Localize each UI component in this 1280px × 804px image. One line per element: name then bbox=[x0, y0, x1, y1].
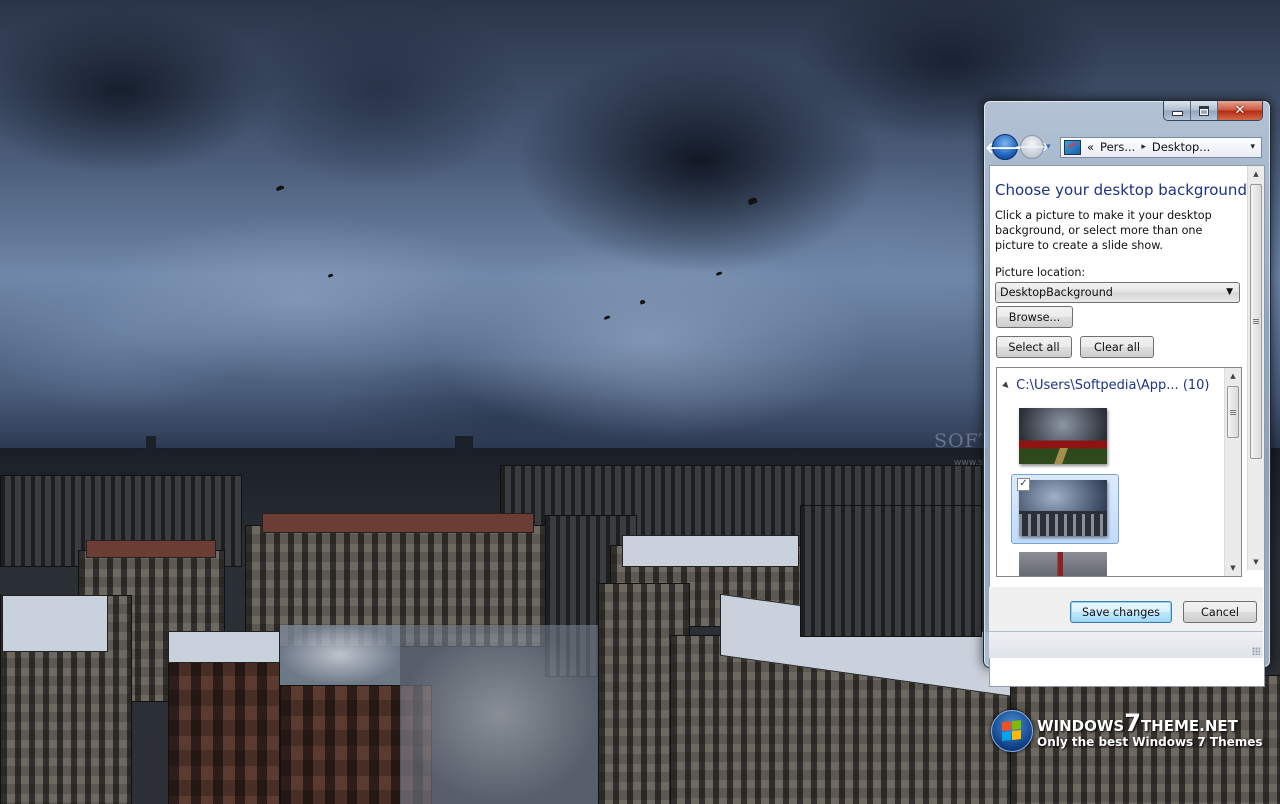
address-dropdown-icon[interactable]: ▾ bbox=[1250, 142, 1255, 152]
recent-pages-button[interactable]: ▾ bbox=[1046, 142, 1056, 152]
address-bar[interactable]: « Pers... ▸ Desktop... ▾ bbox=[1060, 136, 1262, 158]
cancel-button[interactable]: Cancel bbox=[1183, 601, 1257, 623]
wallpaper-thumbnail-selected[interactable] bbox=[1019, 480, 1107, 536]
wallpaper-thumbnail[interactable] bbox=[1019, 408, 1107, 464]
select-all-button[interactable]: Select all bbox=[996, 336, 1072, 358]
thumbnail-checkbox[interactable]: ✓ bbox=[1017, 478, 1030, 491]
scroll-up-arrow-icon[interactable]: ▲ bbox=[1248, 166, 1264, 182]
picker-scrollbar[interactable]: ▲ ▼ bbox=[1224, 368, 1241, 576]
navigation-bar: 🡐 🡒 ▾ « Pers... ▸ Desktop... ▾ bbox=[985, 134, 1262, 160]
picture-location-label: Picture location: bbox=[995, 266, 1086, 279]
collapse-triangle-icon[interactable]: ▼ bbox=[1001, 380, 1012, 391]
resize-grip-icon[interactable] bbox=[1252, 647, 1260, 655]
branding-title: WINDOWS7THEME.NET bbox=[1037, 708, 1238, 737]
minimize-icon bbox=[1171, 111, 1183, 116]
windows-orb-icon bbox=[991, 710, 1033, 752]
windows7theme-logo: WINDOWS7THEME.NET Only the best Windows … bbox=[991, 710, 1263, 752]
content-scrollbar[interactable]: ▲ ▼ bbox=[1247, 166, 1264, 570]
close-button[interactable]: ✕ bbox=[1218, 101, 1262, 120]
caption-buttons: ✕ bbox=[1163, 101, 1263, 121]
save-changes-button[interactable]: Save changes bbox=[1070, 601, 1172, 623]
branding-subtitle: Only the best Windows 7 Themes bbox=[1037, 734, 1263, 749]
scroll-down-arrow-icon[interactable]: ▼ bbox=[1225, 560, 1241, 576]
picture-picker: ▼ C:\Users\Softpedia\App... (10) ✓ ▲ ▼ bbox=[996, 367, 1242, 577]
maximize-icon bbox=[1199, 105, 1209, 116]
forward-button[interactable]: 🡒 bbox=[1015, 135, 1049, 159]
scroll-down-arrow-icon[interactable]: ▼ bbox=[1248, 554, 1264, 570]
picture-location-select[interactable]: DesktopBackground ▼ bbox=[995, 282, 1240, 303]
wallpaper-thumbnail[interactable] bbox=[1019, 552, 1107, 576]
chevron-down-icon: ▾ bbox=[1046, 142, 1051, 152]
scroll-up-arrow-icon[interactable]: ▲ bbox=[1225, 368, 1241, 384]
maximize-button[interactable] bbox=[1191, 101, 1218, 120]
control-panel-icon bbox=[1064, 139, 1081, 155]
page-description: Click a picture to make it your desktop … bbox=[995, 209, 1212, 252]
breadcrumb-overflow[interactable]: « bbox=[1087, 140, 1094, 154]
picture-location-value: DesktopBackground bbox=[1000, 286, 1113, 299]
clear-all-button[interactable]: Clear all bbox=[1080, 336, 1154, 358]
picture-group-label: C:\Users\Softpedia\App... (10) bbox=[1016, 378, 1210, 393]
personalization-window: ✕ 🡐 🡒 ▾ « Pers... ▸ Desktop... ▾ Choose … bbox=[983, 100, 1271, 687]
breadcrumb-personalization[interactable]: Pers... bbox=[1100, 140, 1135, 154]
chevron-down-icon: ▼ bbox=[1226, 287, 1233, 297]
picture-group-header[interactable]: ▼ C:\Users\Softpedia\App... (10) bbox=[1001, 378, 1210, 393]
minimize-button[interactable] bbox=[1164, 101, 1191, 120]
page-title: Choose your desktop background bbox=[995, 181, 1247, 199]
close-icon: ✕ bbox=[1234, 103, 1246, 118]
status-bar bbox=[989, 631, 1263, 658]
scrollbar-thumb[interactable] bbox=[1227, 386, 1239, 438]
browse-button[interactable]: Browse... bbox=[996, 306, 1073, 328]
breadcrumb-desktop-background[interactable]: Desktop... bbox=[1152, 140, 1210, 154]
breadcrumb-separator-icon[interactable]: ▸ bbox=[1141, 142, 1146, 152]
scrollbar-thumb[interactable] bbox=[1250, 184, 1262, 459]
arrow-right-icon: 🡒 bbox=[1014, 140, 1050, 155]
